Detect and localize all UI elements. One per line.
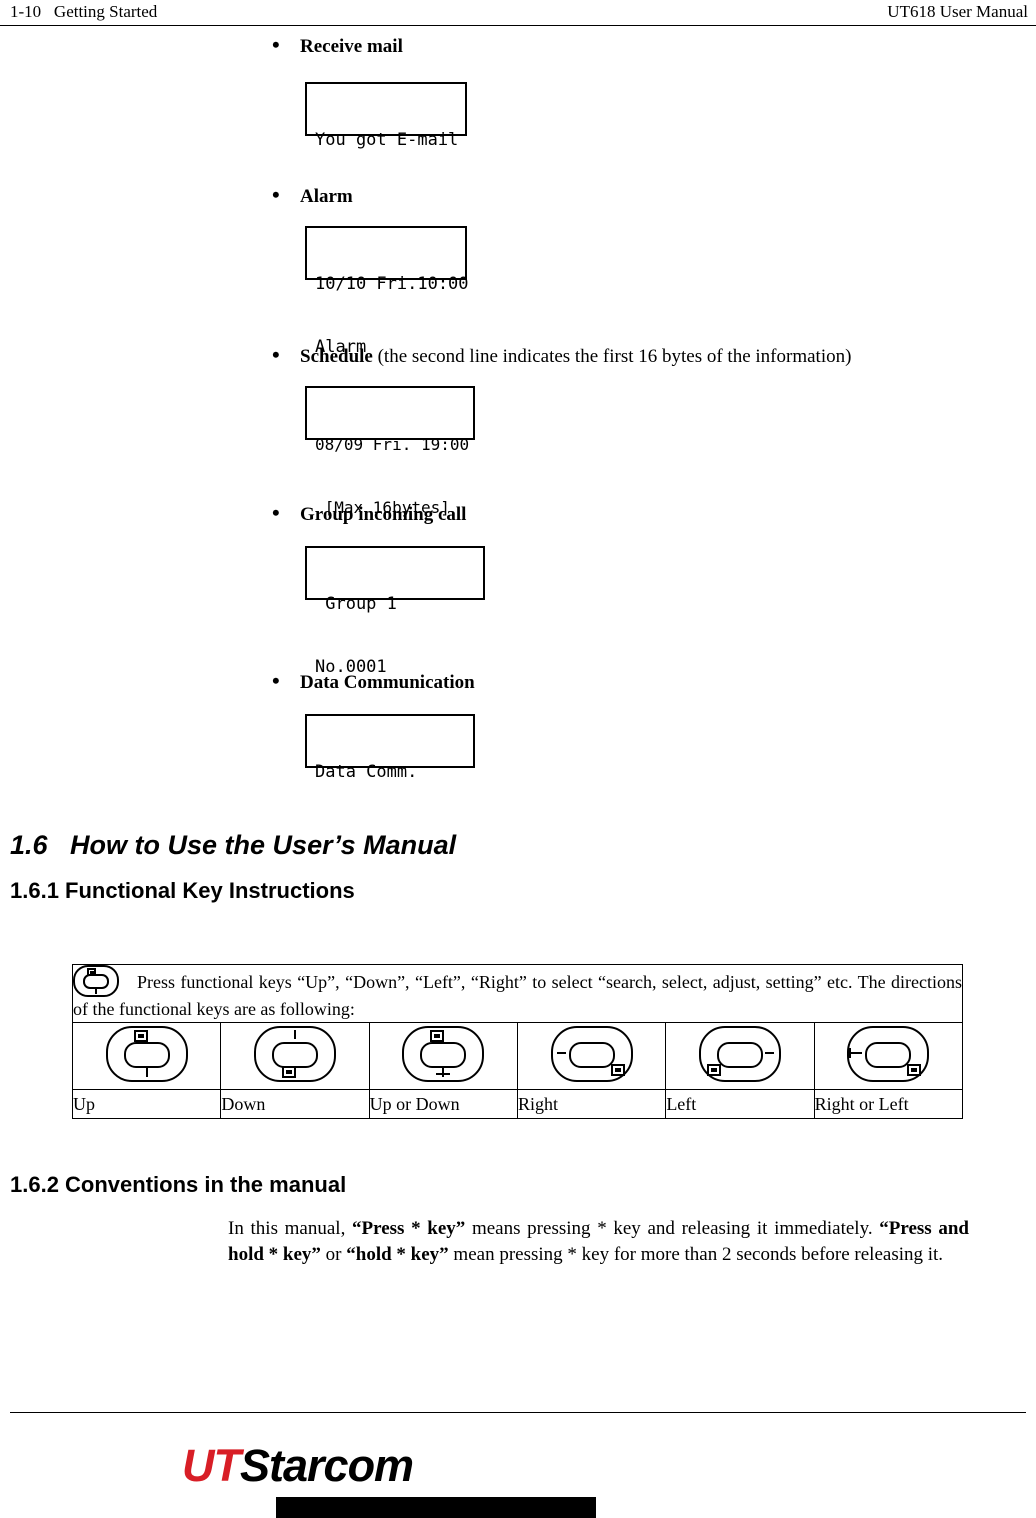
bullet-label: Schedule (300, 346, 373, 367)
key-cell-right (516, 1022, 667, 1090)
key-label-down: Down (220, 1089, 370, 1119)
table-row-key-labels: Up Down Up or Down Right Left Right or L… (71, 1089, 964, 1119)
bullet-dot-icon: • (272, 668, 280, 693)
lcd-line-1: Group 1 (315, 594, 397, 614)
bullet-alarm: • Alarm (0, 182, 1036, 208)
table-row-intro: Press functional keys “Up”, “Down”, “Lef… (72, 964, 963, 1023)
section-heading-1-6-2: 1.6.2 Conventions in the manual (10, 1172, 347, 1197)
bullet-note: (the second line indicates the first 16 … (372, 346, 852, 367)
key-cell-right-or-left (813, 1022, 964, 1090)
conv-text-c: means pressing * key and releasing it im… (465, 1218, 880, 1239)
table-row-key-icons (71, 1022, 964, 1090)
logo-ut-text: UT (182, 1440, 241, 1491)
conv-text-a: In this manual, (228, 1218, 352, 1239)
footer-divider (10, 1412, 1026, 1413)
bullet-receive-mail: • Receive mail (0, 32, 1036, 58)
bullet-label: Receive mail (300, 36, 403, 57)
key-label-up: Up (71, 1089, 222, 1119)
utstarcom-logo: UTStarcom (182, 1440, 414, 1492)
lcd-line-1: You got E-mail (315, 130, 459, 150)
conv-text-f: “hold * key” (346, 1244, 449, 1265)
section-heading-1-6: 1.6 How to Use the User’s Manual (10, 830, 457, 860)
header-right-text: UT618 User Manual (887, 2, 1028, 21)
conv-text-e: or (320, 1244, 347, 1265)
section-heading-1-6-1: 1.6.1 Functional Key Instructions (10, 878, 355, 903)
key-left-icon (698, 1025, 781, 1082)
key-cell-up-or-down (368, 1022, 518, 1090)
key-label-up-or-down: Up or Down (368, 1089, 518, 1119)
key-right-icon (550, 1025, 633, 1082)
bullet-label: Data Communication (300, 672, 475, 693)
key-intro-cell: Press functional keys “Up”, “Down”, “Lef… (72, 964, 963, 1023)
key-cell-down (220, 1022, 370, 1090)
bullet-dot-icon: • (272, 342, 280, 367)
header-left-text: 1-10 Getting Started (10, 2, 158, 21)
lcd-line-1: 08/09 Fri. 19:00 (315, 435, 470, 454)
bullet-dot-icon: • (272, 500, 280, 525)
conv-text-g: mean pressing * key for more than 2 seco… (448, 1244, 944, 1265)
key-up-icon (105, 1025, 188, 1082)
conventions-paragraph: In this manual, “Press * key” means pres… (228, 1216, 969, 1268)
bullet-data-communication: • Data Communication (0, 668, 1036, 694)
functional-key-table: Press functional keys “Up”, “Down”, “Lef… (71, 964, 964, 1119)
conv-text-b: “Press * key” (352, 1218, 466, 1239)
bullet-dot-icon: • (272, 182, 280, 207)
key-label-right-or-left: Right or Left (813, 1089, 964, 1119)
lcd-alarm: 10/10 Fri.10:00 Alarm (305, 226, 469, 357)
lcd-line-1: Data Comm. (315, 762, 418, 782)
logo-starcom-text: Starcom (240, 1440, 414, 1491)
lcd-schedule: 08/09 Fri. 19:00 [Max 16bytes] (305, 386, 475, 517)
bullet-dot-icon: • (272, 32, 280, 57)
logo-bar-decoration (276, 1497, 596, 1518)
bullet-group-incoming-call: • Group incoming call (0, 500, 1036, 526)
lcd-group-incoming-call: Group 1 No.0001 (305, 546, 485, 677)
key-cell-up (71, 1022, 222, 1090)
lcd-line-1: 10/10 Fri.10:00 (315, 274, 469, 294)
key-cell-left (665, 1022, 815, 1090)
bullet-label: Group incoming call (300, 504, 467, 525)
key-label-left: Left (665, 1089, 815, 1119)
key-up-or-down-icon (402, 1025, 485, 1082)
key-down-icon (253, 1025, 336, 1082)
lcd-receive-mail: You got E-mail (305, 82, 467, 150)
key-label-right: Right (516, 1089, 667, 1119)
lcd-data-communication: Data Comm. (305, 714, 475, 782)
bullet-schedule: • Schedule (the second line indicates th… (0, 342, 1036, 368)
page-header: 1-10 Getting Started UT618 User Manual (0, 0, 1036, 26)
key-right-or-left-icon (847, 1025, 930, 1082)
bullet-label: Alarm (300, 186, 353, 207)
key-intro-text: Press functional keys “Up”, “Down”, “Lef… (73, 972, 962, 1019)
functional-key-icon (73, 965, 119, 997)
